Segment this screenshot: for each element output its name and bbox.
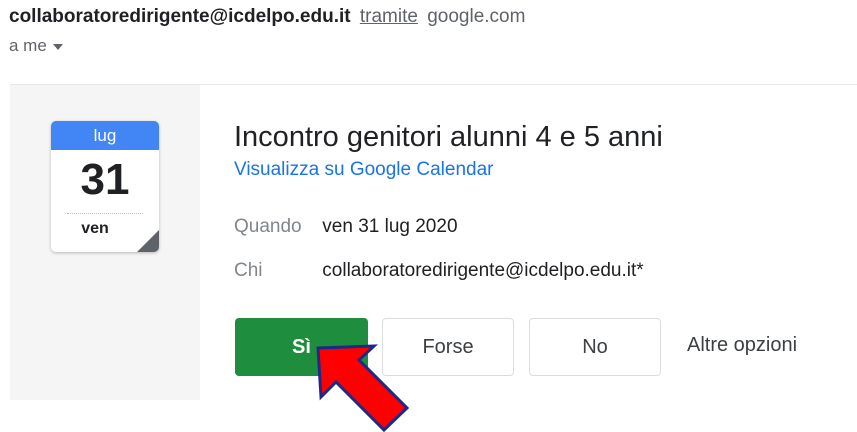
when-label: Quando xyxy=(234,216,302,237)
via-link[interactable]: tramite xyxy=(360,6,418,27)
calendar-day: 31 xyxy=(80,155,130,204)
sender-line: collaboratoredirigente@icdelpo.edu.it tr… xyxy=(9,6,525,28)
who-label: Chi xyxy=(234,260,263,281)
email-view: collaboratoredirigente@icdelpo.edu.it tr… xyxy=(0,0,857,432)
recipient-label: a me xyxy=(9,36,47,55)
event-title: Incontro genitori alunni 4 e 5 anni xyxy=(234,121,663,153)
caret-down-icon xyxy=(52,44,63,50)
more-options-button[interactable]: Altre opzioni xyxy=(687,334,797,357)
calendar-month: lug xyxy=(51,121,159,150)
sender-email[interactable]: collaboratoredirigente@icdelpo.edu.it xyxy=(9,6,351,27)
calendar-divider xyxy=(67,213,143,214)
invite-card-sidebar: lug 31 ven xyxy=(10,84,200,400)
calendar-weekday: ven xyxy=(81,220,109,237)
view-in-calendar-link[interactable]: Visualizza su Google Calendar xyxy=(234,159,493,181)
event-when-row: Quando ven 31 lug 2020 xyxy=(234,216,458,238)
card-top-border xyxy=(200,84,857,85)
who-value: collaboratoredirigente@icdelpo.edu.it* xyxy=(322,260,644,281)
event-who-row: Chi collaboratoredirigente@icdelpo.edu.i… xyxy=(234,260,644,282)
page-fold-icon xyxy=(137,230,159,252)
calendar-invite-card: lug 31 ven Incontro genitori alunni 4 e … xyxy=(10,84,857,400)
rsvp-no-button[interactable]: No xyxy=(529,318,661,376)
arrow-shape xyxy=(316,344,410,432)
recipient-details-toggle[interactable]: a me xyxy=(9,36,63,56)
via-domain: google.com xyxy=(427,6,526,27)
red-arrow-icon xyxy=(316,344,410,432)
when-value: ven 31 lug 2020 xyxy=(322,216,458,237)
calendar-date-icon: lug 31 ven xyxy=(51,121,159,252)
